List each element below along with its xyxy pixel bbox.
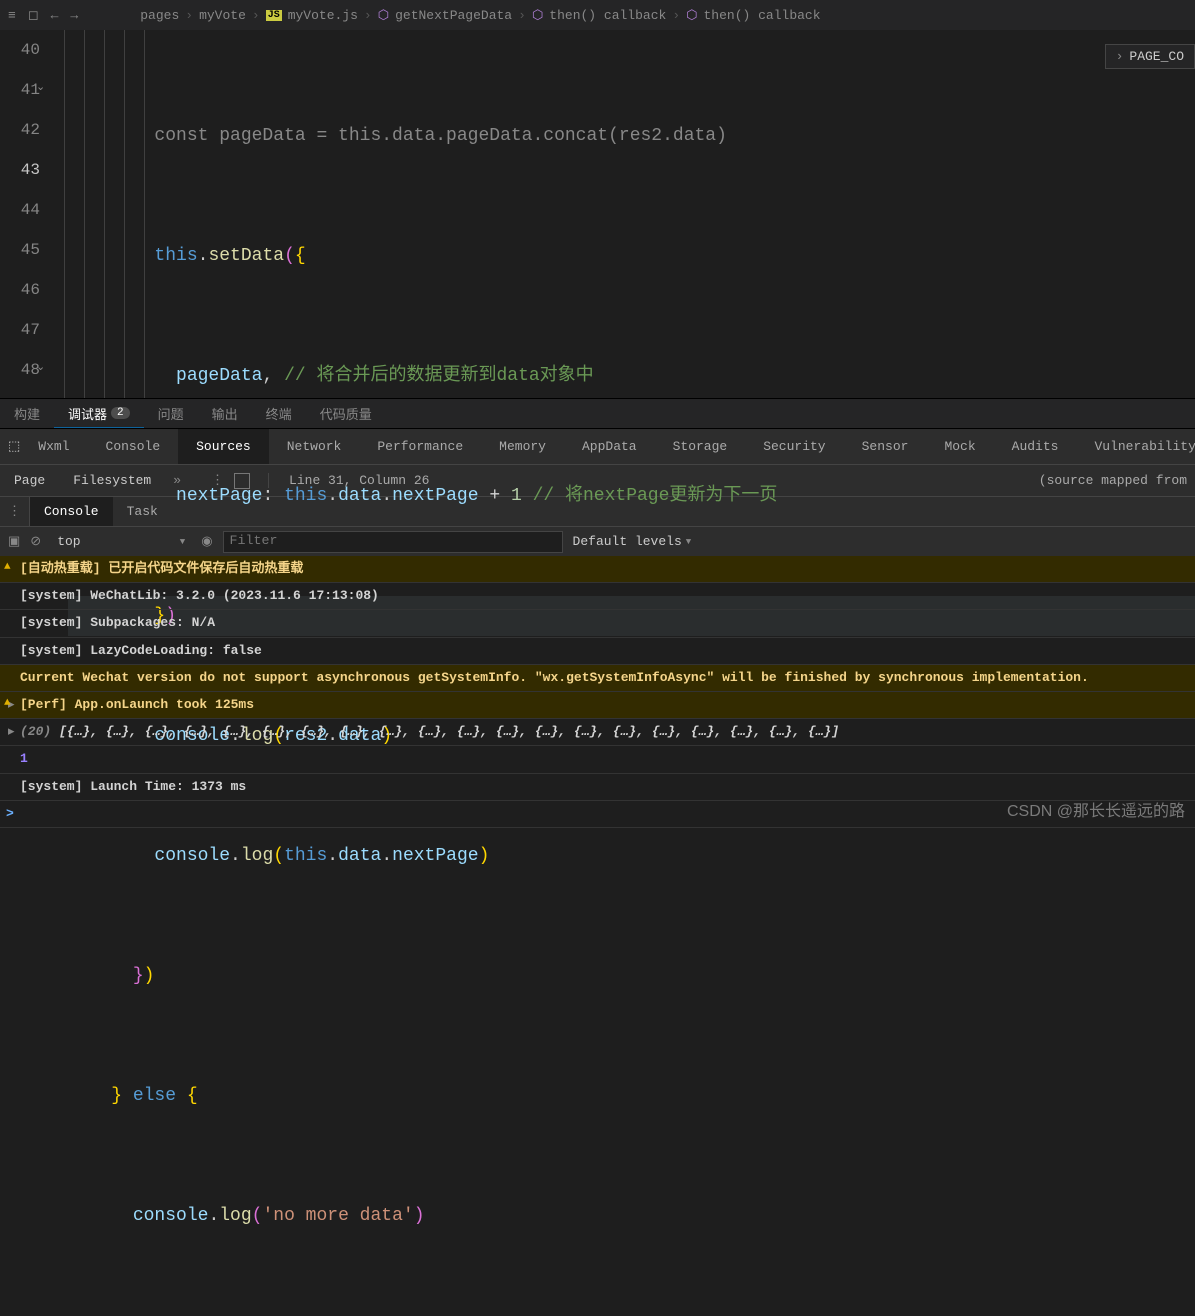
code-line: nextPage: this.data.nextPage + 1 // 将nex… xyxy=(68,476,1195,516)
breadcrumb: pages› myVote› JS myVote.js› ⬡ getNextPa… xyxy=(90,8,820,23)
code-line: }) xyxy=(68,956,1195,996)
log-row[interactable]: ▲[Perf] App.onLaunch took 125ms xyxy=(0,692,1195,719)
line-number: 46 xyxy=(0,270,40,310)
log-row: Current Wechat version do not support as… xyxy=(0,665,1195,692)
clear-console-icon[interactable]: ⊘ xyxy=(30,534,41,549)
code-line: pageData, // 将合并后的数据更新到data对象中 xyxy=(68,356,1195,396)
back-icon[interactable]: ← xyxy=(51,8,59,23)
code-line: const pageData = this.data.pageData.conc… xyxy=(68,116,1195,156)
code-line: console.log(this.data.nextPage) xyxy=(68,836,1195,876)
log-row: 1 xyxy=(0,746,1195,773)
line-number: 41 xyxy=(0,70,40,110)
log-row: [system] Subpackages: N/A xyxy=(0,610,1195,637)
cube-icon: ⬡ xyxy=(686,8,697,23)
log-row: [system] LazyCodeLoading: false xyxy=(0,638,1195,665)
console-prompt[interactable] xyxy=(0,801,1195,828)
line-number: 44 xyxy=(0,190,40,230)
code-editor[interactable]: ⌄ ⌄ 40 41 42 43 44 45 46 47 48 const pag… xyxy=(0,30,1195,398)
line-number: 40 xyxy=(0,30,40,70)
peek-overlay[interactable]: ›PAGE_CO xyxy=(1105,44,1195,69)
console-output[interactable]: ▲[自动热重载] 已开启代码文件保存后自动热重载 [system] WeChat… xyxy=(0,556,1195,828)
crumb-sym2[interactable]: then() callback xyxy=(704,8,821,23)
code-area[interactable]: const pageData = this.data.pageData.conc… xyxy=(56,30,1195,398)
menu-icon[interactable]: ≡ xyxy=(8,8,16,23)
log-row: [system] WeChatLib: 3.2.0 (2023.11.6 17:… xyxy=(0,583,1195,610)
code-line: this.setData({ xyxy=(68,236,1195,276)
fold-icon[interactable]: ⌄ xyxy=(36,68,45,108)
line-number: 42 xyxy=(0,110,40,150)
line-number: 43 xyxy=(0,150,40,190)
crumb-file[interactable]: myVote.js xyxy=(288,8,358,23)
crumb-pages[interactable]: pages xyxy=(140,8,179,23)
line-number: 48 xyxy=(0,350,40,390)
warning-icon: ▲ xyxy=(4,560,11,575)
crumb-sym0[interactable]: getNextPageData xyxy=(395,8,512,23)
crumb-myvote[interactable]: myVote xyxy=(199,8,246,23)
cube-icon: ⬡ xyxy=(532,8,543,23)
cube-icon: ⬡ xyxy=(378,8,389,23)
forward-icon[interactable]: → xyxy=(70,8,78,23)
inspect-icon[interactable]: ⬚ xyxy=(8,439,20,454)
src-tab-page[interactable]: Page xyxy=(0,473,59,488)
tab-build[interactable]: 构建 xyxy=(0,399,54,428)
line-number: 45 xyxy=(0,230,40,270)
crumb-sym1[interactable]: then() callback xyxy=(549,8,666,23)
top-bar: ≡ ◻ ← → pages› myVote› JS myVote.js› ⬡ g… xyxy=(0,0,1195,30)
kebab-icon[interactable]: ⋮ xyxy=(0,497,30,526)
log-row: [system] Launch Time: 1373 ms xyxy=(0,774,1195,801)
js-badge-icon: JS xyxy=(266,10,282,21)
warning-icon: ▲ xyxy=(4,696,11,711)
log-row[interactable]: (20) [{…}, {…}, {…}, {…}, {…}, {…}, {…},… xyxy=(0,719,1195,746)
chevron-right-icon: › xyxy=(1116,49,1124,64)
code-line: console.log('no more data') xyxy=(68,1196,1195,1236)
line-gutter: ⌄ ⌄ 40 41 42 43 44 45 46 47 48 xyxy=(0,30,56,398)
line-number: 47 xyxy=(0,310,40,350)
sidebar-toggle-icon[interactable]: ▣ xyxy=(8,534,20,549)
log-row: ▲[自动热重载] 已开启代码文件保存后自动热重载 xyxy=(0,556,1195,583)
bookmark-icon[interactable]: ◻ xyxy=(28,8,39,23)
fold-icon[interactable]: ⌄ xyxy=(36,348,45,388)
code-line: } else { xyxy=(68,1076,1195,1116)
